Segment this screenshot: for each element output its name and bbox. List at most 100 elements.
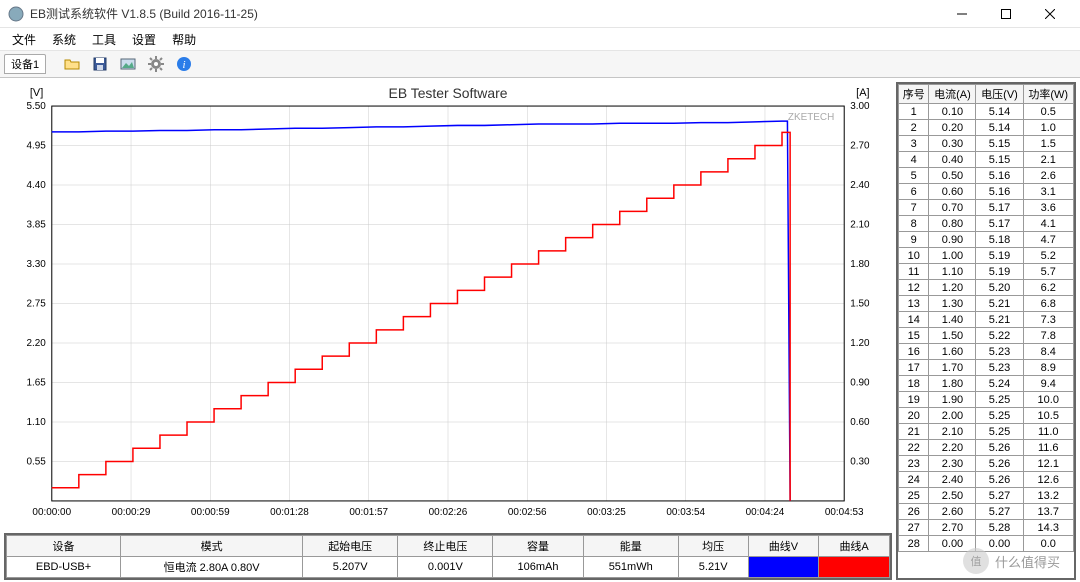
series-line	[52, 121, 790, 501]
table-row[interactable]: 121.205.206.2	[899, 280, 1074, 296]
y-left-label: [V]	[30, 87, 43, 99]
y-right-tick: 2.10	[850, 219, 870, 230]
summary-header: 均压	[678, 536, 748, 557]
table-row[interactable]: 202.005.2510.5	[899, 408, 1074, 424]
open-folder-icon[interactable]	[60, 52, 84, 76]
data-cell: 16	[899, 344, 929, 360]
data-cell: 18	[899, 376, 929, 392]
table-row[interactable]: 131.305.216.8	[899, 296, 1074, 312]
app-icon	[8, 6, 24, 22]
x-tick: 00:04:53	[825, 507, 864, 518]
data-cell: 14.3	[1023, 520, 1074, 536]
data-cell: 3.1	[1023, 184, 1074, 200]
data-cell: 0.60	[929, 184, 976, 200]
y-left-tick: 5.50	[26, 101, 46, 112]
info-icon[interactable]: i	[172, 52, 196, 76]
y-right-label: [A]	[856, 87, 869, 99]
save-icon[interactable]	[88, 52, 112, 76]
window-title: EB测试系统软件 V1.8.5 (Build 2016-11-25)	[30, 5, 940, 22]
table-row[interactable]: 161.605.238.4	[899, 344, 1074, 360]
data-cell: 2.20	[929, 440, 976, 456]
y-left-tick: 2.20	[26, 338, 46, 349]
table-row[interactable]: 90.905.184.7	[899, 232, 1074, 248]
data-cell: 4.7	[1023, 232, 1074, 248]
data-cell: 10.5	[1023, 408, 1074, 424]
summary-cell: 恒电流 2.80A 0.80V	[121, 557, 303, 578]
data-cell: 5.19	[976, 248, 1023, 264]
data-cell: 10	[899, 248, 929, 264]
y-right-tick: 0.60	[850, 417, 870, 428]
data-header: 电流(A)	[929, 85, 976, 104]
table-row[interactable]: 262.605.2713.7	[899, 504, 1074, 520]
table-row[interactable]: 10.105.140.5	[899, 104, 1074, 120]
y-right-tick: 0.30	[850, 456, 870, 467]
data-cell: 5.16	[976, 184, 1023, 200]
menu-system[interactable]: 系统	[44, 29, 84, 50]
table-row[interactable]: 50.505.162.6	[899, 168, 1074, 184]
data-cell: 0.10	[929, 104, 976, 120]
image-icon[interactable]	[116, 52, 140, 76]
data-cell: 26	[899, 504, 929, 520]
data-cell: 15	[899, 328, 929, 344]
maximize-button[interactable]	[984, 0, 1028, 28]
y-left-tick: 3.85	[26, 219, 46, 230]
data-cell: 0.90	[929, 232, 976, 248]
data-cell: 5.25	[976, 424, 1023, 440]
table-row[interactable]: 212.105.2511.0	[899, 424, 1074, 440]
x-tick: 00:03:25	[587, 507, 626, 518]
data-cell: 7.8	[1023, 328, 1074, 344]
table-row[interactable]: 60.605.163.1	[899, 184, 1074, 200]
table-row[interactable]: 70.705.173.6	[899, 200, 1074, 216]
x-tick: 00:00:00	[32, 507, 71, 518]
summary-header: 曲线V	[748, 536, 819, 557]
table-row[interactable]: 191.905.2510.0	[899, 392, 1074, 408]
menu-tools[interactable]: 工具	[84, 29, 124, 50]
data-cell: 1.10	[929, 264, 976, 280]
table-row[interactable]: 101.005.195.2	[899, 248, 1074, 264]
x-tick: 00:01:28	[270, 507, 309, 518]
data-cell: 5.26	[976, 472, 1023, 488]
close-button[interactable]	[1028, 0, 1072, 28]
device-tab[interactable]: 设备1	[4, 54, 46, 74]
summary-cell: 5.207V	[303, 557, 398, 578]
table-row[interactable]: 20.205.141.0	[899, 120, 1074, 136]
table-row[interactable]: 242.405.2612.6	[899, 472, 1074, 488]
data-cell: 11.6	[1023, 440, 1074, 456]
table-row[interactable]: 141.405.217.3	[899, 312, 1074, 328]
table-row[interactable]: 171.705.238.9	[899, 360, 1074, 376]
table-row[interactable]: 80.805.174.1	[899, 216, 1074, 232]
gear-icon[interactable]	[144, 52, 168, 76]
data-cell: 5.14	[976, 120, 1023, 136]
table-row[interactable]: 151.505.227.8	[899, 328, 1074, 344]
summary-cell: 106mAh	[493, 557, 583, 578]
data-table[interactable]: 序号电流(A)电压(V)功率(W)10.105.140.520.205.141.…	[896, 82, 1076, 580]
menu-help[interactable]: 帮助	[164, 29, 204, 50]
table-row[interactable]: 111.105.195.7	[899, 264, 1074, 280]
y-right-tick: 1.50	[850, 298, 870, 309]
table-row[interactable]: 272.705.2814.3	[899, 520, 1074, 536]
data-cell: 19	[899, 392, 929, 408]
table-row[interactable]: 252.505.2713.2	[899, 488, 1074, 504]
data-cell: 12.6	[1023, 472, 1074, 488]
chart-canvas[interactable]: EB Tester Software[V][A]ZKETECH0.551.101…	[4, 82, 892, 531]
table-row[interactable]: 30.305.151.5	[899, 136, 1074, 152]
data-cell: 2.70	[929, 520, 976, 536]
menu-settings[interactable]: 设置	[124, 29, 164, 50]
table-row[interactable]: 222.205.2611.6	[899, 440, 1074, 456]
data-cell: 20	[899, 408, 929, 424]
minimize-button[interactable]	[940, 0, 984, 28]
menu-file[interactable]: 文件	[4, 29, 44, 50]
watermark-text: 什么值得买	[995, 552, 1060, 571]
data-cell: 21	[899, 424, 929, 440]
data-cell: 0.30	[929, 136, 976, 152]
table-row[interactable]: 40.405.152.1	[899, 152, 1074, 168]
table-row[interactable]: 232.305.2612.1	[899, 456, 1074, 472]
table-row[interactable]: 181.805.249.4	[899, 376, 1074, 392]
data-cell: 8	[899, 216, 929, 232]
data-cell: 5.17	[976, 216, 1023, 232]
data-cell: 5.23	[976, 360, 1023, 376]
data-cell: 1.70	[929, 360, 976, 376]
y-right-tick: 1.80	[850, 259, 870, 270]
y-left-tick: 3.30	[26, 259, 46, 270]
data-cell: 10.0	[1023, 392, 1074, 408]
